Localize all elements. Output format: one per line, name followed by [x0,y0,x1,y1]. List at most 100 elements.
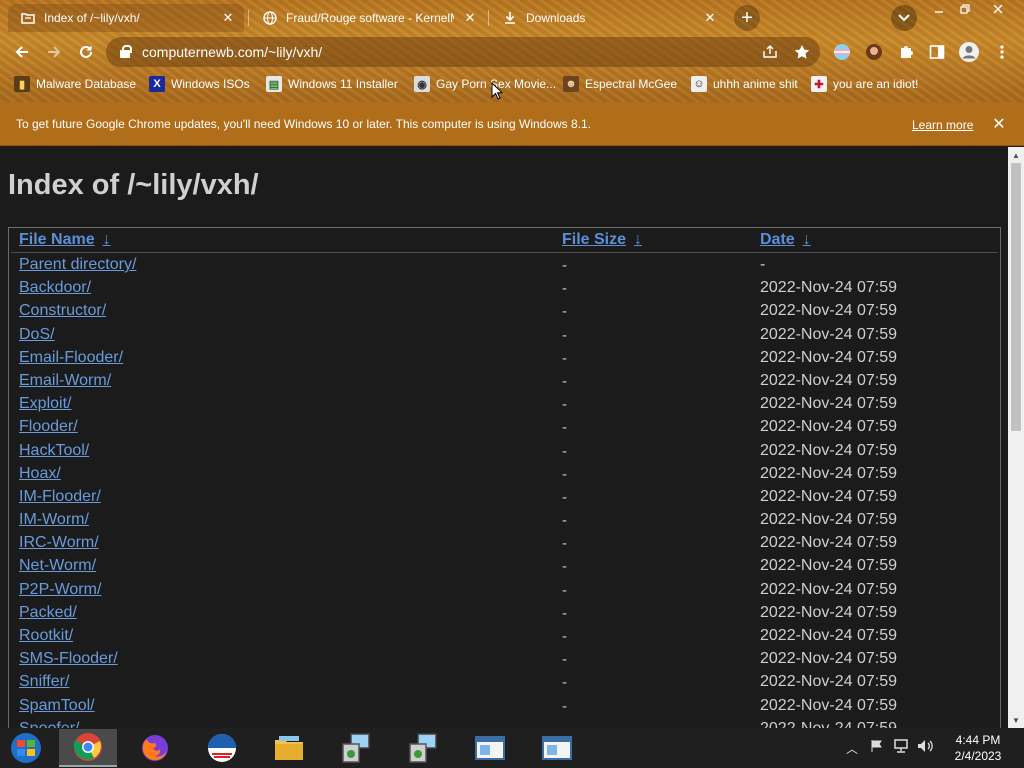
close-icon[interactable]: ✕ [462,10,478,26]
file-name-link[interactable]: SpamTool/ [19,697,95,715]
page-icon: ▤ [266,76,282,92]
reload-button[interactable] [72,38,100,66]
table-row: DoS/ - 2022-Nov-24 07:59 [9,325,1000,348]
new-tab-button[interactable]: + [734,5,760,31]
tab-fraud[interactable]: Fraud/Rouge software - KernelM ✕ [250,4,486,32]
bookmarks-bar: ▮ Malware Database X Windows ISOs ▤ Wind… [0,72,1024,96]
sort-arrow-icon: ↓ [102,231,111,248]
bookmark-windows-11-installer[interactable]: ▤ Windows 11 Installer [266,74,398,94]
menu-icon[interactable] [991,41,1013,63]
sort-arrow-icon: ↓ [634,231,643,248]
volume-icon[interactable] [917,739,933,756]
file-name-link[interactable]: IM-Worm/ [19,511,89,529]
file-size: - [562,651,567,669]
file-name-link[interactable]: Exploit/ [19,395,71,413]
forward-button[interactable] [40,38,68,66]
scroll-up-button[interactable]: ▲ [1008,147,1024,163]
reload-icon [80,45,92,58]
start-button[interactable] [0,729,52,767]
file-name-link[interactable]: HackTool/ [19,442,89,460]
taskbar-clock[interactable]: 4:44 PM 2/4/2023 [944,732,1012,764]
bookmark-anime[interactable]: ☺ uhhh anime shit [691,74,798,94]
bookmark-espectral-mcgee[interactable]: ☻ Espectral McGee [563,74,677,94]
bookmark-windows-isos[interactable]: X Windows ISOs [149,74,250,94]
file-name-link[interactable]: Parent directory/ [19,256,136,274]
action-center-flag-icon[interactable] [870,739,884,756]
file-name-link[interactable]: Packed/ [19,604,77,622]
file-name-link[interactable]: Email-Worm/ [19,372,111,390]
tab-downloads[interactable]: Downloads ✕ [490,4,726,32]
taskbar-setup-1[interactable] [327,729,385,767]
file-name-link[interactable]: Email-Flooder/ [19,349,123,367]
table-row: IM-Flooder/ - 2022-Nov-24 07:59 [9,487,1000,510]
address-bar[interactable]: computernewb.com/~lily/vxh/ [106,37,820,67]
close-window-button[interactable] [983,0,1013,18]
file-date: 2022-Nov-24 07:59 [760,627,897,644]
close-icon[interactable]: ✕ [220,10,236,26]
file-date: 2022-Nov-24 07:59 [760,395,897,413]
taskbar-obama[interactable] [193,729,251,767]
lock-icon [120,45,132,59]
bookmark-malware-database[interactable]: ▮ Malware Database [14,74,136,94]
file-name-link[interactable]: Sniffer/ [19,673,69,691]
column-label: Date [760,231,795,248]
file-name-link[interactable]: Constructor/ [19,302,106,320]
column-header-date[interactable]: Date ↓ [760,231,811,249]
taskbar-file-explorer[interactable] [260,729,318,767]
restore-button[interactable] [950,0,980,18]
taskbar-window-1[interactable] [461,729,519,767]
file-date: 2022-Nov-24 07:59 [760,464,897,482]
bookmark-site[interactable]: ◉ Gay Porn Sex Movie... [414,74,556,94]
file-name-link[interactable]: Rootkit/ [19,627,73,645]
column-header-size[interactable]: File Size ↓ [562,231,642,249]
chrome-icon [73,733,102,761]
sort-arrow-icon: ↓ [802,231,811,248]
taskbar-window-2[interactable] [528,729,586,767]
file-name-link[interactable]: P2P-Worm/ [19,581,101,599]
file-name-link[interactable]: Net-Worm/ [19,557,96,575]
vertical-scrollbar[interactable]: ▲ ▼ [1008,147,1024,728]
taskbar-firefox[interactable] [126,729,184,767]
bookmark-label: you are an idiot! [833,77,919,91]
file-name-link[interactable]: SMS-Flooder/ [19,650,118,668]
flag-extension-icon[interactable] [831,41,853,63]
tray-overflow-chevron-icon[interactable]: ︿ [846,740,858,757]
minimize-icon [935,11,943,13]
bookmark-label: Windows 11 Installer [288,77,398,91]
learn-more-link[interactable]: Learn more [912,118,973,132]
taskbar-setup-2[interactable] [394,729,452,767]
file-name-link[interactable]: IRC-Worm/ [19,534,99,552]
close-icon[interactable]: ✕ [702,10,718,26]
file-name-link[interactable]: Backdoor/ [19,279,91,297]
file-name-link[interactable]: Flooder/ [19,418,78,436]
table-header: File Name ↓ File Size ↓ Date ↓ [9,228,1000,252]
tab-search-button[interactable] [891,5,917,31]
browser-chrome: Index of /~lily/vxh/ ✕ Fraud/Rouge softw… [0,0,1024,102]
file-name-link[interactable]: IM-Flooder/ [19,488,101,506]
table-row: IM-Worm/ - 2022-Nov-24 07:59 [9,510,1000,533]
close-icon[interactable]: ✕ [990,115,1008,133]
file-name-link[interactable]: DoS/ [19,326,55,344]
avatar-extension-icon[interactable] [863,41,885,63]
tab-index[interactable]: Index of /~lily/vxh/ ✕ [8,4,244,32]
table-row: Net-Worm/ - 2022-Nov-24 07:59 [9,556,1000,579]
taskbar-chrome[interactable] [59,729,117,767]
scrollbar-thumb[interactable] [1011,163,1021,431]
share-icon[interactable] [760,42,780,62]
column-label: File Size [562,231,627,248]
file-name-link[interactable]: Spoofer/ [19,720,79,728]
sidepanel-icon[interactable] [926,41,948,63]
scroll-down-button[interactable]: ▼ [1008,712,1024,728]
taskbar: ︿ 4:44 PM 2/4/2023 [0,728,1024,768]
file-size: - [562,465,567,483]
profile-icon[interactable] [958,41,980,63]
network-icon[interactable] [893,739,909,756]
puzzle-icon[interactable] [895,41,917,63]
file-name-link[interactable]: Hoax/ [19,465,61,483]
column-header-name[interactable]: File Name ↓ [19,231,111,249]
bookmark-you-are-an-idiot[interactable]: ✚ you are an idiot! [811,74,918,94]
back-button[interactable] [8,38,36,66]
setup-icon [409,733,437,763]
star-icon[interactable] [792,42,812,62]
file-size: - [562,280,567,298]
